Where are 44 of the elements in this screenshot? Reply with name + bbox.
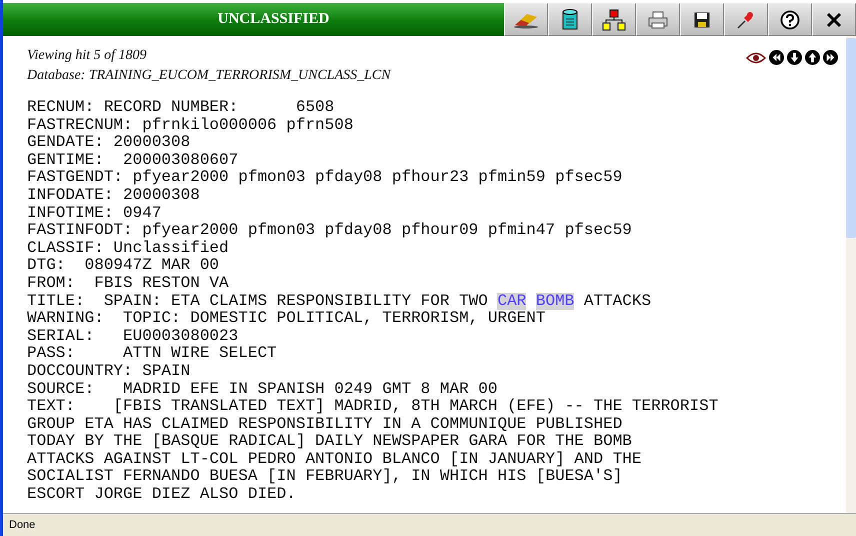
title-bar: UNCLASSIFIED [3, 3, 504, 36]
hierarchy-icon [602, 8, 626, 30]
status-text: Done [3, 513, 856, 536]
record-line: GENTIME: 200003080607 [27, 152, 238, 169]
record-line: TITLE: SPAIN: ETA CLAIMS RESPONSIBILITY FOR TWO CAR BOMB ATTACKS [27, 292, 652, 310]
help-button[interactable] [768, 3, 812, 36]
record-line: DOCCOUNTRY: SPAIN [27, 362, 190, 380]
pushpin-icon [737, 10, 755, 28]
record-line: INFODATE: 20000308 [27, 186, 200, 205]
record-line: GROUP ETA HAS CLAIMED RESPONSIBILITY IN A COMMUNIQUE PUBLISHED [27, 416, 622, 433]
printer-icon [648, 10, 668, 28]
hit-count: Viewing hit 5 of 1809 [27, 47, 148, 65]
record-line: FROM: FBIS RESTON VA [27, 274, 229, 293]
record-line: ATTACKS AGAINST LT-COL PEDRO ANTONIO BLANCO [IN JANUARY] AND THE [27, 450, 642, 468]
fast-forward-icon[interactable] [823, 50, 838, 65]
record-line: SOCIALIST FERNANDO BUESA [IN FEBRUARY], IN WHICH HIS [BUESA'S] [27, 468, 622, 486]
record-line: DTG: 080947Z MAR 00 [27, 257, 220, 275]
close-icon [826, 12, 842, 28]
record-line: INFOTIME: 0947 [27, 204, 162, 222]
save-button[interactable] [680, 3, 724, 36]
scrollbar[interactable] [846, 36, 856, 513]
record-line: SERIAL: EU0003080023 [27, 328, 238, 346]
rewind-icon[interactable] [769, 50, 784, 65]
eye-icon[interactable] [746, 52, 766, 64]
print-button[interactable] [636, 3, 680, 36]
record-line: FASTINFODT: pfyear2000 pfmon03 pfday08 pfhour09 pfmin47 pfsec59 [27, 222, 632, 240]
record-line: GENDATE: 20000308 [27, 134, 190, 152]
record-line: PASS: ATTN WIRE SELECT [27, 345, 277, 363]
database-name: Database: TRAINING_EUCOM_TERRORISM_UNCLASS_LCN [27, 67, 391, 85]
record-line: FASTGENDT: pfyear2000 pfmon03 pfday08 pfhour23 pfmin59 pfsec59 [27, 169, 622, 187]
record-line: TODAY BY THE [BASQUE RADICAL] DAILY NEWSPAPER GARA FOR THE BOMB [27, 433, 632, 451]
toolbar-button[interactable] [504, 3, 548, 36]
record-line: ESCORT JORGE DIEZ ALSO DIED. [27, 486, 296, 504]
database-icon [562, 8, 578, 30]
toolbar-button[interactable] [548, 3, 592, 36]
record-line: FASTRECNUM: pfrnkilo000006 pfrn508 [27, 116, 354, 134]
record-line: TEXT: [FBIS TRANSLATED TEXT] MADRID, 8TH MARCH (EFE) -- THE TERRORIST [27, 398, 718, 416]
close-button[interactable] [812, 3, 856, 36]
toolbar-button[interactable] [592, 3, 636, 36]
record-line: SOURCE: MADRID EFE IN SPANISH 0249 GMT 8 MAR 00 [27, 380, 498, 398]
record-line: CLASSIF: Unclassified [27, 240, 229, 258]
record-line: WARNING: TOPIC: DOMESTIC POLITICAL, TERRORISM, URGENT [27, 310, 546, 328]
record-line: RECNUM: RECORD NUMBER: 6508 [27, 99, 334, 117]
help-icon [780, 10, 800, 30]
